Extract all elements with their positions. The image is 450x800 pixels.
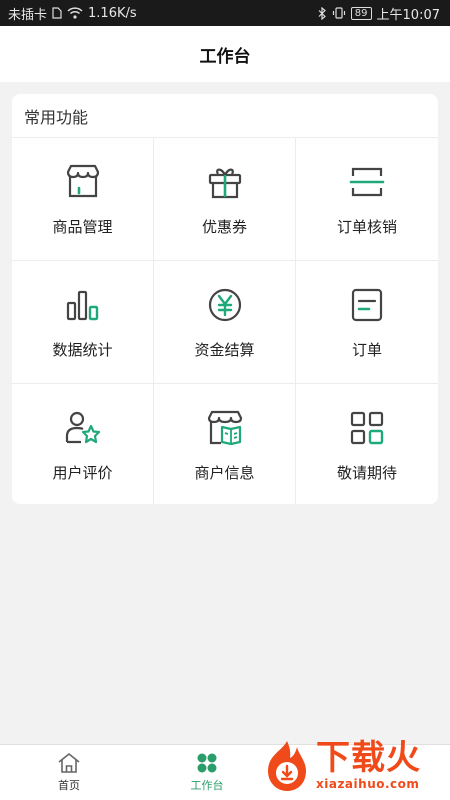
order-verification-label: 订单核销 bbox=[336, 217, 397, 236]
clock: 上午10:07 bbox=[376, 7, 440, 23]
tab-workbench-label: 工作台 bbox=[190, 779, 224, 792]
user-reviews-button[interactable]: 用户评价 bbox=[12, 384, 154, 504]
product-management-button[interactable]: 商品管理 bbox=[12, 138, 154, 261]
fund-settlement-label: 资金结算 bbox=[194, 340, 255, 359]
tab-home-label: 首页 bbox=[58, 779, 80, 792]
coming-soon-label: 敬请期待 bbox=[336, 464, 397, 482]
common-functions-card: 常用功能 商品管理 优惠券 订单核销 数据统计 资金结算 订单 用户评价 商户信… bbox=[12, 94, 438, 504]
wifi-icon bbox=[67, 7, 83, 19]
scan-icon bbox=[349, 167, 385, 196]
product-management-label: 商品管理 bbox=[52, 217, 113, 236]
function-grid: 商品管理 优惠券 订单核销 数据统计 资金结算 订单 用户评价 商户信息 敬请期… bbox=[12, 138, 438, 504]
watermark-title: 下载火 bbox=[316, 738, 421, 778]
bluetooth-icon bbox=[318, 6, 327, 20]
gift-icon bbox=[208, 168, 241, 198]
network-speed: 1.16K/s bbox=[88, 5, 137, 21]
coming-soon-button[interactable]: 敬请期待 bbox=[296, 384, 438, 504]
status-bar: 未插卡 1.16K/s 89 上午10:07 bbox=[0, 0, 450, 26]
watermark-domain: xiazaihuo.com bbox=[316, 777, 420, 791]
shop-info-icon bbox=[207, 410, 242, 446]
watermark-logo: 下载火 xiazaihuo.com bbox=[262, 736, 442, 794]
page-title: 工作台 bbox=[199, 46, 251, 67]
orders-label: 订单 bbox=[351, 340, 382, 359]
merchant-info-button[interactable]: 商户信息 bbox=[154, 384, 296, 504]
bar-chart-icon bbox=[66, 290, 98, 320]
user-star-icon bbox=[65, 411, 100, 444]
coupon-button[interactable]: 优惠券 bbox=[154, 138, 296, 261]
vibrate-icon bbox=[332, 7, 346, 19]
order-icon bbox=[351, 288, 383, 321]
sim-icon bbox=[52, 7, 62, 19]
merchant-info-label: 商户信息 bbox=[194, 464, 255, 482]
store-icon bbox=[66, 164, 99, 197]
flame-logo-icon bbox=[268, 741, 306, 791]
data-statistics-button[interactable]: 数据统计 bbox=[12, 261, 154, 384]
section-title: 常用功能 bbox=[12, 94, 438, 138]
carrier-text: 未插卡 bbox=[8, 7, 48, 23]
fund-settlement-button[interactable]: 资金结算 bbox=[154, 261, 296, 384]
app-header: 工作台 bbox=[0, 26, 450, 82]
user-reviews-label: 用户评价 bbox=[52, 464, 113, 482]
clover-icon bbox=[197, 753, 217, 773]
grid-apps-icon bbox=[350, 411, 384, 445]
tab-workbench[interactable]: 工作台 bbox=[138, 745, 276, 800]
orders-button[interactable]: 订单 bbox=[296, 261, 438, 384]
home-icon bbox=[58, 753, 80, 773]
order-verification-button[interactable]: 订单核销 bbox=[296, 138, 438, 261]
yen-coin-icon bbox=[208, 288, 241, 321]
coupon-label: 优惠券 bbox=[201, 217, 247, 236]
tab-home[interactable]: 首页 bbox=[0, 745, 138, 800]
battery-indicator: 89 bbox=[350, 6, 372, 20]
data-statistics-label: 数据统计 bbox=[52, 340, 113, 359]
